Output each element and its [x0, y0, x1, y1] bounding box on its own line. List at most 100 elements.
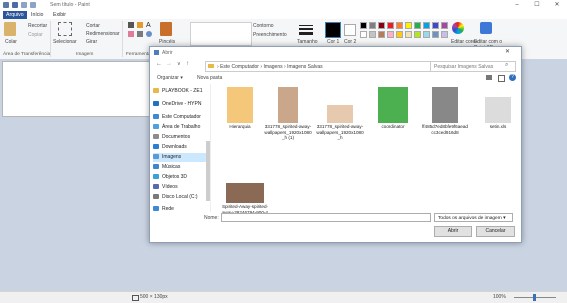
size-icon[interactable]: [299, 28, 313, 30]
size-icon[interactable]: [299, 32, 313, 35]
tab-home[interactable]: Início: [28, 11, 46, 19]
eraser-icon[interactable]: [128, 31, 134, 37]
file-item[interactable]: 331778_spirited-away-wallpapers_1920x108…: [316, 87, 364, 141]
nav-item[interactable]: Documentos: [153, 133, 210, 142]
file-item[interactable]: 331778_spirited-away-wallpapers_1920x108…: [264, 87, 312, 141]
nav-item[interactable]: PLAYBOOK - ZE1: [153, 87, 210, 96]
back-arrow-icon[interactable]: ←: [156, 61, 162, 67]
zoom-slider-thumb[interactable]: [533, 294, 536, 301]
color2-swatch[interactable]: [344, 24, 356, 36]
shapes-gallery[interactable]: [190, 22, 252, 46]
paste-icon[interactable]: [4, 22, 16, 36]
dialog-close-button[interactable]: ✕: [505, 48, 510, 55]
tab-view[interactable]: Exibir: [50, 11, 69, 19]
crop-button[interactable]: Cortar: [86, 23, 100, 29]
brushes-button[interactable]: Pincéis: [159, 39, 175, 45]
help-icon[interactable]: ?: [509, 74, 516, 81]
palette-swatch[interactable]: [378, 22, 385, 29]
text-icon[interactable]: A: [146, 22, 151, 29]
palette-swatch[interactable]: [441, 31, 448, 38]
select-icon[interactable]: [58, 22, 72, 36]
breadcrumb-saved-pictures[interactable]: Imagens Salvas: [287, 64, 323, 70]
file-item[interactable]: coordinator: [369, 87, 417, 130]
size-icon[interactable]: [299, 25, 313, 26]
palette-swatch[interactable]: [423, 22, 430, 29]
palette-swatch[interactable]: [369, 31, 376, 38]
address-bar[interactable]: › Este Computador › Imagens › Imagens Sa…: [205, 61, 447, 72]
resize-button[interactable]: Redimensionar: [86, 31, 120, 37]
cancel-button[interactable]: Cancelar: [476, 226, 515, 237]
tab-file[interactable]: Arquivo: [3, 11, 27, 19]
palette-swatch[interactable]: [432, 31, 439, 38]
palette-swatch[interactable]: [423, 31, 430, 38]
fill-dropdown[interactable]: Preenchimento: [253, 32, 287, 38]
cut-button[interactable]: Recortar: [28, 23, 47, 29]
nav-item[interactable]: Downloads: [153, 143, 210, 152]
color-picker-icon[interactable]: [137, 31, 143, 37]
file-item[interactable]: Hierarquia: [216, 87, 264, 130]
nav-item[interactable]: Objetos 3D: [153, 173, 210, 182]
paint3d-icon[interactable]: [480, 22, 492, 34]
palette-swatch[interactable]: [360, 22, 367, 29]
brushes-icon[interactable]: [160, 22, 172, 36]
palette-swatch[interactable]: [432, 22, 439, 29]
color1-swatch[interactable]: [325, 22, 341, 38]
up-arrow-icon[interactable]: ↑: [186, 61, 189, 67]
new-folder-button[interactable]: Nova pasta: [197, 75, 222, 81]
breadcrumb-computer[interactable]: Este Computador: [220, 64, 259, 70]
close-button[interactable]: ✕: [550, 1, 564, 9]
filename-field[interactable]: [221, 213, 431, 222]
chevron-down-icon[interactable]: ∨: [177, 61, 181, 67]
nav-item[interactable]: Músicas: [153, 163, 210, 172]
palette-swatch[interactable]: [414, 31, 421, 38]
nav-item[interactable]: Área de Trabalho: [153, 123, 210, 132]
palette-swatch[interactable]: [414, 22, 421, 29]
rotate-button[interactable]: Girar: [86, 39, 97, 45]
breadcrumb-pictures[interactable]: Imagens: [263, 64, 282, 70]
nav-item[interactable]: OneDrive - HYPN: [153, 100, 210, 109]
color2-button[interactable]: Cor 2: [344, 39, 356, 45]
organize-button[interactable]: Organizar ▾: [157, 75, 183, 81]
search-box[interactable]: Pesquisar Imagens Salvas ⌕: [430, 61, 516, 72]
nav-item[interactable]: Disco Local (C:): [153, 193, 210, 202]
save-icon[interactable]: [12, 2, 18, 8]
minimize-button[interactable]: –: [510, 1, 524, 9]
palette-swatch[interactable]: [387, 22, 394, 29]
file-type-dropdown[interactable]: Todos os arquivos de imagem ▾: [434, 213, 513, 222]
nav-item[interactable]: Vídeos: [153, 183, 210, 192]
palette-swatch[interactable]: [441, 22, 448, 29]
paste-button[interactable]: Colar: [5, 39, 17, 45]
edit-colors-icon[interactable]: [452, 22, 464, 34]
select-button[interactable]: Selecionar: [53, 39, 77, 45]
nav-item[interactable]: Este Computador: [153, 113, 210, 122]
open-button[interactable]: Abrir: [434, 226, 472, 237]
palette-swatch[interactable]: [369, 22, 376, 29]
nav-scrollbar[interactable]: [206, 141, 210, 201]
preview-pane-icon[interactable]: [498, 75, 505, 82]
view-options-icon[interactable]: [486, 75, 492, 80]
palette-swatch[interactable]: [387, 31, 394, 38]
copy-button[interactable]: Copiar: [28, 32, 43, 38]
file-item[interactable]: ff485d7ed8bfe9f6aeadcc3ced916d8: [421, 87, 469, 135]
palette-swatch[interactable]: [396, 22, 403, 29]
pencil-icon[interactable]: [128, 22, 134, 28]
outline-button[interactable]: Contorno: [253, 23, 274, 29]
fill-icon[interactable]: [137, 22, 143, 28]
search-input[interactable]: Pesquisar Imagens Salvas: [434, 64, 493, 70]
size-button[interactable]: Tamanho: [297, 39, 318, 45]
nav-item[interactable]: Rede: [153, 205, 210, 214]
search-icon[interactable]: ⌕: [505, 62, 508, 69]
palette-swatch[interactable]: [405, 31, 412, 38]
redo-icon[interactable]: [30, 2, 36, 8]
forward-arrow-icon[interactable]: →: [166, 61, 172, 67]
nav-item[interactable]: Imagens: [153, 153, 210, 162]
palette-swatch[interactable]: [360, 31, 367, 38]
file-item[interactable]: setin.xls: [474, 87, 522, 130]
drawing-canvas[interactable]: [2, 61, 164, 117]
magnifier-icon[interactable]: [146, 31, 152, 37]
palette-swatch[interactable]: [378, 31, 385, 38]
palette-swatch[interactable]: [405, 22, 412, 29]
maximize-button[interactable]: ☐: [530, 1, 544, 9]
palette-swatch[interactable]: [396, 31, 403, 38]
undo-icon[interactable]: [21, 2, 27, 8]
